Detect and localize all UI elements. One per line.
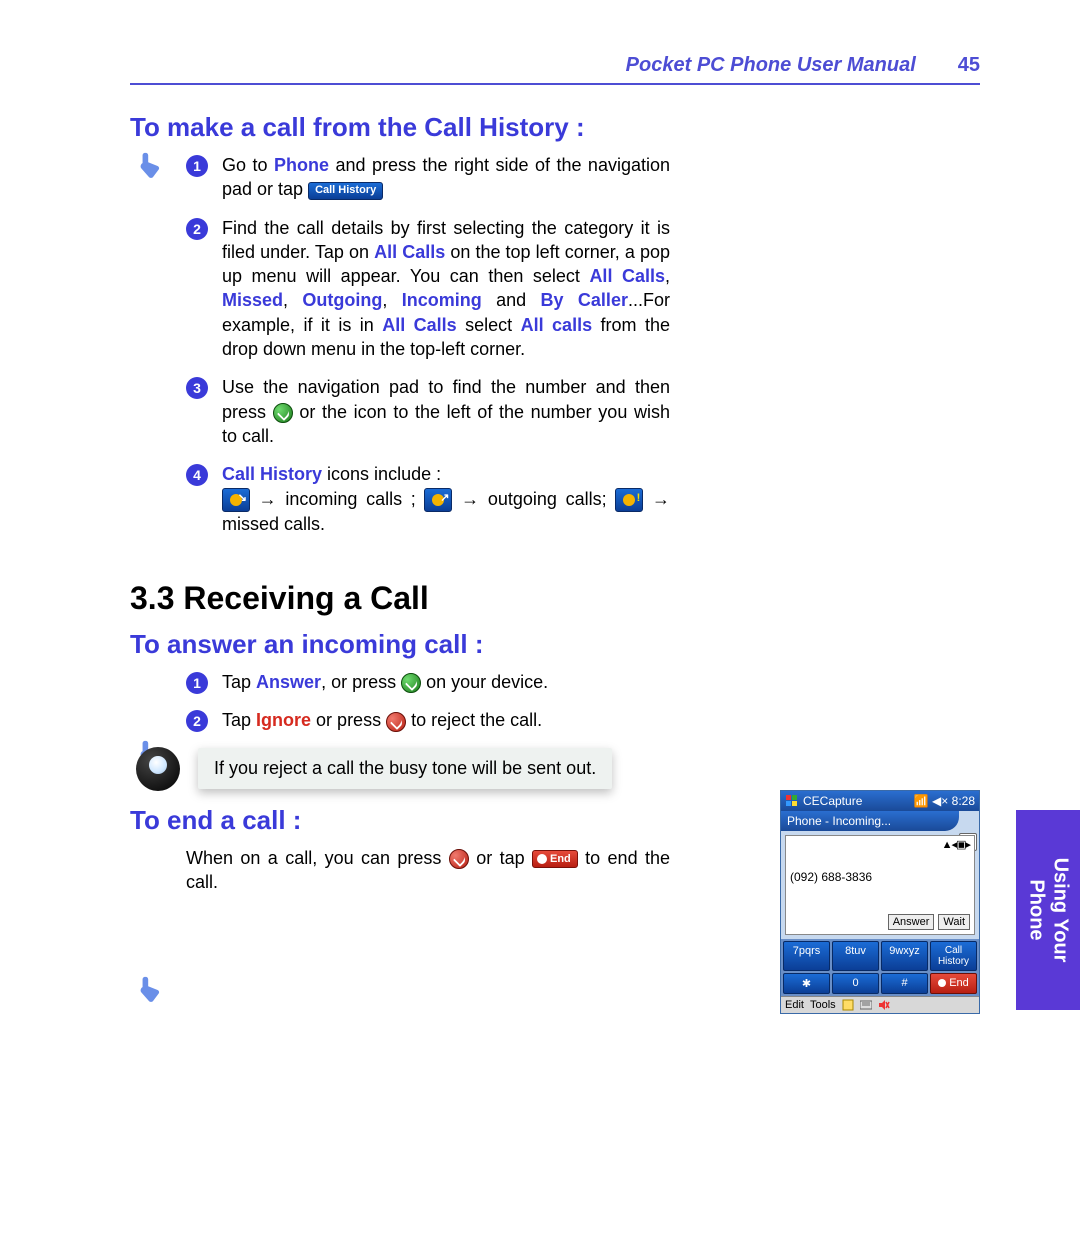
answer-step-1: 1 Tap Answer, or press on your device. [186, 670, 670, 694]
phone-titlebar-right: 📶 ◀× 8:28 [914, 794, 975, 808]
step-badge-4: 4 [186, 464, 208, 486]
step-badge-1: 1 [186, 155, 208, 177]
step-3-text: Use the navigation pad to find the numbe… [222, 375, 670, 448]
answer-step-2: 2 Tap Ignore or press to reject the call… [186, 708, 670, 732]
call-history-chip: Call History [308, 182, 383, 200]
chapter-tab-line2: Phone [1025, 879, 1047, 940]
outgoing-call-icon: ↗ [424, 488, 452, 512]
antenna-icon: 📶 [914, 794, 929, 808]
phone-bottombar: Edit Tools [781, 996, 979, 1013]
red-hangup-icon [386, 712, 406, 732]
windows-flag-icon[interactable] [785, 794, 799, 808]
heading-call-history: To make a call from the Call History : [130, 112, 670, 143]
tools-menu[interactable]: Tools [810, 999, 836, 1011]
phone-keypad: 7pqrs 8tuv 9wxyz Call History ✱ 0 # End [781, 939, 979, 996]
page-number: 45 [958, 54, 980, 77]
page-header: Pocket PC Phone User Manual 45 [130, 54, 980, 85]
heading-receiving-call: 3.3 Receiving a Call [130, 580, 670, 617]
heading-answer-incoming: To answer an incoming call : [130, 629, 670, 660]
red-hangup-icon [449, 849, 469, 869]
step-4: 4 Call History icons include : ↘ → incom… [186, 462, 670, 536]
key-call-history[interactable]: Call History [930, 941, 977, 971]
hand-pointer-icon [136, 974, 166, 1004]
phone-screenshot: CECapture 📶 ◀× 8:28 Phone - Incoming... … [780, 790, 980, 1014]
step-badge-3: 3 [186, 377, 208, 399]
tip-box: If you reject a call the busy tone will … [198, 748, 612, 789]
incoming-call-icon: ↘ [222, 488, 250, 512]
chapter-tab: Using Your Phone [1016, 810, 1080, 1010]
step-3: 3 Use the navigation pad to find the num… [186, 375, 670, 448]
content-column: To make a call from the Call History : 1… [130, 100, 670, 894]
end-call-text: When on a call, you can press or tap End… [186, 846, 670, 895]
phone-status: Phone - Incoming... [781, 811, 959, 831]
signal-icons: ▲◂▣▸ [942, 838, 970, 851]
step-1: 1 Go to Phone and press the right side o… [186, 153, 670, 202]
green-call-icon [273, 403, 293, 423]
answer-step-2-text: Tap Ignore or press to reject the call. [222, 708, 670, 732]
green-call-icon [401, 673, 421, 693]
phone-titlebar: CECapture 📶 ◀× 8:28 [781, 791, 979, 811]
chapter-tab-line1: Using Your [1049, 858, 1071, 963]
phone-keyword: Phone [274, 155, 329, 175]
key-9[interactable]: 9wxyz [881, 941, 928, 971]
incoming-number: (092) 688-3836 [790, 870, 970, 884]
step-2-text: Find the call details by first selecting… [222, 216, 670, 362]
clock: 8:28 [952, 794, 975, 808]
phone-display: ▲◂▣▸ (092) 688-3836 Answer Wait [785, 835, 975, 935]
edit-menu[interactable]: Edit [785, 999, 804, 1011]
key-8[interactable]: 8tuv [832, 941, 879, 971]
mute-icon[interactable] [878, 999, 890, 1011]
missed-call-icon: ! [615, 488, 643, 512]
step-2: 2 Find the call details by first selecti… [186, 216, 670, 362]
key-pound[interactable]: # [881, 973, 928, 994]
text: Go to [222, 155, 274, 175]
step-badge-2: 2 [186, 710, 208, 732]
key-star[interactable]: ✱ [783, 973, 830, 994]
hand-pointer-icon [136, 150, 166, 180]
key-0[interactable]: 0 [832, 973, 879, 994]
header-title: Pocket PC Phone User Manual [626, 54, 916, 77]
end-chip: End [532, 850, 578, 868]
step-1-text: Go to Phone and press the right side of … [222, 153, 670, 202]
heading-end-call: To end a call : [130, 805, 670, 836]
keyboard-icon[interactable] [860, 999, 872, 1011]
lightbulb-icon [136, 747, 180, 791]
speaker-icon[interactable]: ◀× [932, 794, 948, 808]
phone-app-title: CECapture [803, 794, 862, 808]
key-end[interactable]: End [930, 973, 977, 994]
tip-row: If you reject a call the busy tone will … [136, 747, 670, 791]
end-call-step: When on a call, you can press or tap End… [186, 846, 670, 895]
answer-step-1-text: Tap Answer, or press on your device. [222, 670, 670, 694]
wait-button[interactable]: Wait [938, 914, 970, 930]
note-icon[interactable] [842, 999, 854, 1011]
step-badge-1: 1 [186, 672, 208, 694]
answer-button[interactable]: Answer [888, 914, 935, 930]
step-badge-2: 2 [186, 218, 208, 240]
step-4-text: Call History icons include : ↘ → incomin… [222, 462, 670, 536]
key-7[interactable]: 7pqrs [783, 941, 830, 971]
